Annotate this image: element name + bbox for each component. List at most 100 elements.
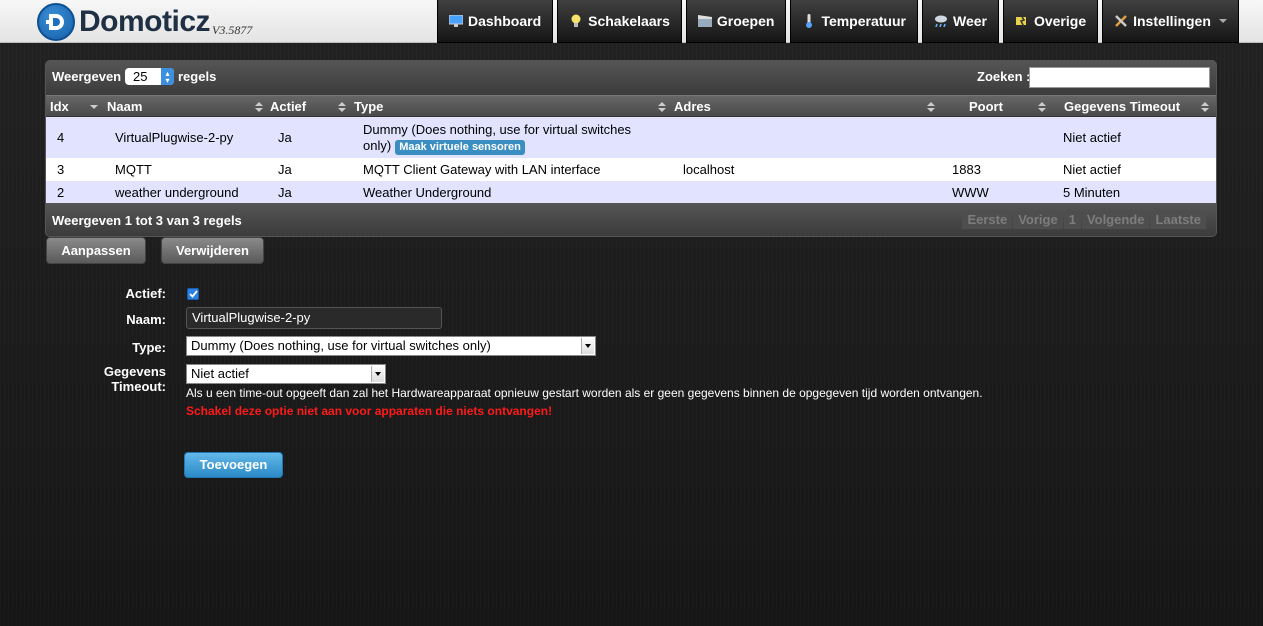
- nav-weather[interactable]: Weer: [921, 0, 999, 43]
- nav-label: Overige: [1033, 13, 1087, 29]
- cell-active: Ja: [278, 130, 292, 145]
- active-checkbox[interactable]: [187, 288, 199, 300]
- cell-idx: 3: [57, 162, 65, 177]
- nav-switches[interactable]: Schakelaars: [557, 0, 682, 43]
- create-virtual-sensors-button[interactable]: Maak virtuele sensoren: [395, 140, 525, 155]
- type-label: Type:: [132, 340, 166, 355]
- name-label: Naam:: [126, 312, 166, 327]
- chevron-down-icon: [371, 366, 384, 382]
- plug-icon: [1015, 14, 1029, 28]
- nav-label: Groepen: [716, 13, 775, 29]
- nav-other[interactable]: Overige: [1002, 0, 1099, 43]
- cell-name: VirtualPlugwise-2-py: [115, 130, 234, 145]
- nav-temperature[interactable]: Temperatuur: [790, 0, 918, 43]
- checkmark-icon: [188, 290, 198, 298]
- delete-button[interactable]: Verwijderen: [161, 237, 264, 264]
- nav-label: Schakelaars: [588, 13, 670, 29]
- length-value: 25: [133, 69, 148, 84]
- sort-icon: [338, 102, 346, 112]
- cell-port: WWW: [952, 184, 989, 200]
- cell-timeout: 5 Minuten: [1063, 184, 1121, 200]
- table-row[interactable]: 4 VirtualPlugwise-2-py Ja Dummy (Does no…: [46, 117, 1216, 158]
- cell-idx: 2: [57, 184, 65, 200]
- cell-active: Ja: [278, 162, 292, 177]
- timeout-help-text: Als u een time-out opgeeft dan zal het H…: [186, 386, 983, 400]
- sort-icon: [255, 102, 263, 112]
- update-button[interactable]: Aanpassen: [46, 237, 146, 264]
- sort-icon: [658, 102, 666, 112]
- nav-label: Dashboard: [468, 13, 542, 29]
- sort-desc-icon: [90, 102, 98, 112]
- domoticz-logo-icon: [37, 3, 75, 41]
- add-button[interactable]: Toevoegen: [184, 452, 283, 478]
- timeout-label-line1: Gegevens: [103, 364, 166, 379]
- cell-active: Ja: [278, 184, 292, 200]
- thermometer-icon: [802, 14, 816, 28]
- length-suffix: regels: [178, 69, 217, 84]
- column-header-name[interactable]: Naam: [107, 96, 142, 118]
- cell-type: Weather Underground: [363, 184, 492, 200]
- cell-timeout: Niet actief: [1063, 130, 1121, 145]
- column-header-type[interactable]: Type: [354, 96, 383, 118]
- page-number-button[interactable]: 1: [1063, 211, 1081, 229]
- name-field[interactable]: VirtualPlugwise-2-py: [186, 307, 442, 329]
- timeout-select-value: Niet actief: [191, 366, 249, 381]
- main-nav: Dashboard Schakelaars Groepen Temperatuu…: [437, 0, 1243, 43]
- timeout-label: Gegevens Timeout:: [90, 364, 166, 394]
- cell-timeout: Niet actief: [1063, 162, 1121, 177]
- type-select-value: Dummy (Does nothing, use for virtual swi…: [191, 338, 491, 353]
- nav-groups[interactable]: Groepen: [685, 0, 787, 43]
- lightbulb-icon: [569, 14, 583, 28]
- cell-type: MQTT Client Gateway with LAN interface: [363, 162, 601, 177]
- stepper-icon: ▴ ▾: [161, 68, 174, 85]
- cell-name: weather underground: [115, 184, 239, 200]
- hardware-table: Weergeven 25 ▴ ▾ regels Zoeken : Idx Naam…: [46, 61, 1216, 236]
- timeout-select[interactable]: Niet actief: [186, 364, 386, 384]
- tools-icon: [1114, 14, 1128, 28]
- type-select[interactable]: Dummy (Does nothing, use for virtual swi…: [186, 336, 596, 356]
- clapperboard-icon: [697, 14, 712, 28]
- column-header-active[interactable]: Actief: [270, 96, 306, 118]
- column-header-address[interactable]: Adres: [674, 96, 711, 118]
- cell-idx: 4: [57, 130, 65, 145]
- app-version: V3.5877: [212, 22, 253, 37]
- nav-label: Weer: [952, 13, 987, 29]
- nav-label: Instellingen: [1133, 13, 1211, 29]
- table-header: Idx Naam Actief Type Adres Poort Gegeven…: [46, 95, 1216, 117]
- table-footer: Weergeven 1 tot 3 van 3 regels Eerste Vo…: [46, 203, 1216, 236]
- page-previous-button[interactable]: Vorige: [1013, 211, 1063, 229]
- app-logo[interactable]: Domoticz V3.5877: [37, 3, 253, 41]
- chevron-down-icon: [581, 338, 594, 354]
- search-input[interactable]: [1029, 67, 1210, 88]
- table-toolbar: Weergeven 25 ▴ ▾ regels Zoeken :: [46, 61, 1216, 95]
- nav-settings[interactable]: Instellingen: [1102, 0, 1239, 43]
- sort-icon: [1038, 102, 1046, 112]
- page-first-button[interactable]: Eerste: [962, 211, 1013, 229]
- length-label: Weergeven: [52, 69, 122, 84]
- length-select[interactable]: 25 ▴ ▾: [125, 68, 174, 85]
- column-header-timeout[interactable]: Gegevens Timeout: [1064, 96, 1180, 118]
- nav-dashboard[interactable]: Dashboard: [437, 0, 554, 43]
- active-label: Actief:: [125, 286, 166, 301]
- cell-name: MQTT: [115, 162, 152, 177]
- nav-label: Temperatuur: [821, 13, 906, 29]
- app-title: Domoticz: [79, 5, 211, 38]
- search-label: Zoeken :: [977, 69, 1031, 84]
- cell-port: 1883: [952, 162, 981, 177]
- table-row[interactable]: 2 weather underground Ja Weather Undergr…: [46, 181, 1216, 203]
- page-next-button[interactable]: Volgende: [1081, 211, 1150, 229]
- sort-icon: [1201, 102, 1209, 112]
- timeout-warning-text: Schakel deze optie niet aan voor apparat…: [186, 404, 553, 418]
- top-header: Domoticz V3.5877 Dashboard Schakelaars G…: [0, 0, 1263, 43]
- table-info: Weergeven 1 tot 3 van 3 regels: [52, 213, 242, 228]
- rain-cloud-icon: [934, 14, 948, 28]
- cell-type: Dummy (Does nothing, use for virtual swi…: [363, 117, 653, 158]
- column-header-idx[interactable]: Idx: [50, 96, 69, 118]
- sort-icon: [927, 102, 935, 112]
- timeout-label-line2: Timeout:: [111, 379, 166, 394]
- column-header-port[interactable]: Poort: [969, 96, 1003, 118]
- page-last-button[interactable]: Laatste: [1150, 211, 1206, 229]
- cell-address: localhost: [683, 162, 735, 177]
- table-row[interactable]: 3 MQTT Ja MQTT Client Gateway with LAN i…: [46, 158, 1216, 181]
- chevron-down-icon: [1218, 19, 1227, 23]
